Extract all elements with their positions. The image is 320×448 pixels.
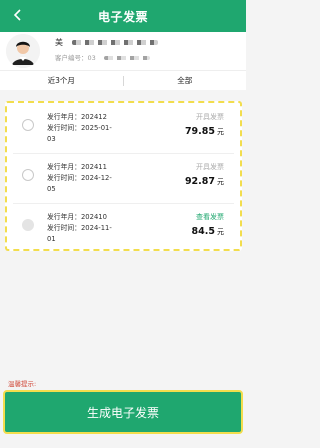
filter-bar: 近3个月 全部 bbox=[0, 70, 246, 90]
month-label: 发行年月： bbox=[47, 213, 81, 221]
time-value-line2: 05 bbox=[47, 185, 56, 193]
filter-status[interactable]: 全部 bbox=[124, 75, 247, 86]
time-value-line2: 01 bbox=[47, 235, 56, 243]
time-label: 发行时间： bbox=[47, 224, 81, 232]
amount-value: 79.85 bbox=[184, 126, 215, 137]
time-value-line1: 2025-01- bbox=[80, 124, 112, 132]
time-value-line2: 03 bbox=[47, 135, 56, 143]
invoice-list: 发行年月：202412 发行时间：2025-01- 03 开具发票 79.85 元… bbox=[5, 101, 242, 251]
invoice-amount: 79.85 元 bbox=[185, 126, 224, 137]
select-radio-disabled bbox=[22, 219, 34, 231]
invoice-amount: 92.87 元 bbox=[185, 176, 224, 187]
month-label: 发行年月： bbox=[47, 113, 81, 121]
user-name-text: 美 bbox=[55, 38, 63, 47]
top-bar: 电子发票 bbox=[0, 0, 246, 32]
invoice-item[interactable]: 发行年月：202412 发行时间：2025-01- 03 开具发票 79.85 元 bbox=[13, 104, 234, 154]
month-value: 202411 bbox=[80, 163, 107, 171]
account-label: 客户编号：03 bbox=[55, 54, 96, 62]
select-radio[interactable] bbox=[22, 119, 34, 131]
view-invoice-link[interactable]: 查看发票 bbox=[196, 212, 224, 222]
masked-account bbox=[103, 56, 150, 60]
time-label: 发行时间： bbox=[47, 174, 81, 182]
amount-value: 84.5 bbox=[191, 226, 215, 237]
amount-value: 92.87 bbox=[184, 176, 215, 187]
filter-status-label: 全部 bbox=[177, 76, 193, 85]
invoice-item[interactable]: 发行年月：202411 发行时间：2024-12- 05 开具发票 92.87 元 bbox=[13, 154, 234, 204]
page-title: 电子发票 bbox=[97, 9, 148, 24]
avatar bbox=[6, 34, 40, 68]
invoice-info: 发行年月：202410 发行时间：2024-11- 01 bbox=[47, 212, 167, 245]
invoice-info: 发行年月：202412 发行时间：2025-01- 03 bbox=[47, 112, 167, 145]
filter-range-label: 近3个月 bbox=[47, 76, 75, 85]
account-number: 客户编号：03 bbox=[55, 52, 150, 62]
invoice-info: 发行年月：202411 发行时间：2024-12- 05 bbox=[47, 162, 167, 195]
select-radio[interactable] bbox=[22, 169, 34, 181]
time-value-line1: 2024-11- bbox=[80, 224, 112, 232]
masked-name bbox=[71, 40, 158, 45]
month-value: 202410 bbox=[80, 213, 107, 221]
time-label: 发行时间： bbox=[47, 124, 81, 132]
amount-unit: 元 bbox=[217, 178, 224, 186]
amount-unit: 元 bbox=[217, 128, 224, 136]
invoice-item[interactable]: 发行年月：202410 发行时间：2024-11- 01 查看发票 84.5 元 bbox=[13, 204, 234, 254]
time-value-line1: 2024-12- bbox=[80, 174, 112, 182]
invoice-amount: 84.5 元 bbox=[192, 226, 224, 237]
generate-invoice-button[interactable]: 生成电子发票 bbox=[3, 390, 243, 434]
month-value: 202412 bbox=[80, 113, 107, 121]
tip-label: 温馨提示: bbox=[8, 380, 37, 388]
user-name: 美 bbox=[55, 37, 158, 48]
issue-invoice-link[interactable]: 开具发票 bbox=[196, 112, 224, 122]
back-icon[interactable] bbox=[8, 5, 28, 25]
amount-unit: 元 bbox=[217, 228, 224, 236]
issue-invoice-link[interactable]: 开具发票 bbox=[196, 162, 224, 172]
invoice-page: 电子发票 美 客户编号：03 近3个月 全部 发行年月：202412 发行时间：… bbox=[0, 0, 246, 448]
user-card: 美 客户编号：03 bbox=[0, 32, 246, 70]
filter-range[interactable]: 近3个月 bbox=[0, 75, 123, 86]
month-label: 发行年月： bbox=[47, 163, 81, 171]
